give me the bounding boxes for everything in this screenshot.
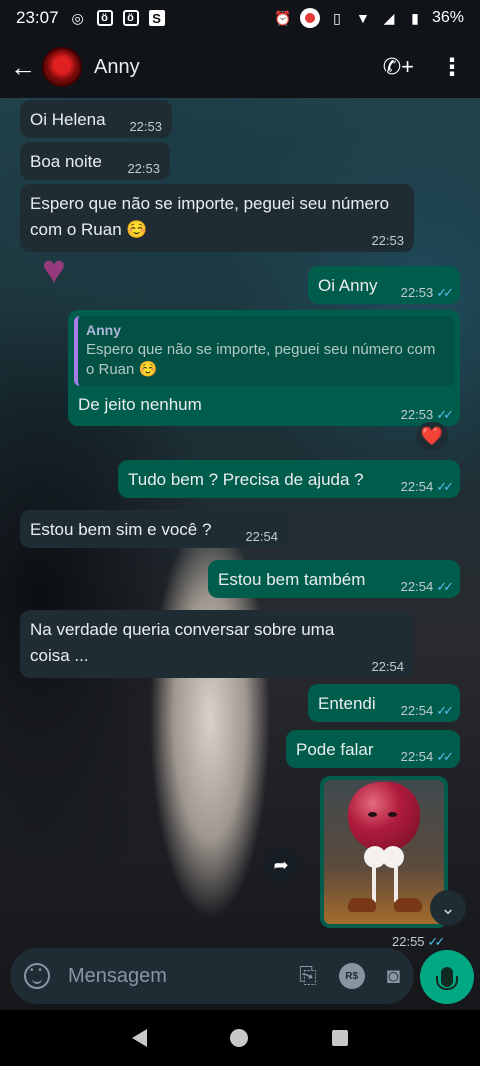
message-time: 22:54 ✓✓ xyxy=(400,579,454,594)
status-bar: 23:07 ◎ ö ö S ⏰ ▯ ▼ ◢ ▮ 36% xyxy=(0,0,480,36)
read-receipt-icon: ✓✓ xyxy=(436,703,454,718)
message-text: Oi Helena xyxy=(30,110,106,129)
s-notification-icon: S xyxy=(148,10,165,26)
wifi-icon: ▼ xyxy=(356,10,370,26)
status-time: 23:07 xyxy=(16,8,59,27)
message-text: De jeito nenhum xyxy=(78,395,202,414)
payment-icon[interactable]: R$ xyxy=(338,963,365,989)
camera-icon[interactable]: ◙ xyxy=(387,963,400,989)
message-incoming[interactable]: Oi Helena 22:53 xyxy=(20,100,172,138)
message-incoming[interactable]: Na verdade queria conversar sobre uma co… xyxy=(20,610,414,678)
message-outgoing[interactable]: Oi Anny 22:53 ✓✓ xyxy=(308,266,460,304)
signal-icon: ◢ xyxy=(383,9,395,26)
message-text: Na verdade queria conversar sobre uma co… xyxy=(30,620,335,665)
system-nav-bar xyxy=(0,1010,480,1066)
message-incoming[interactable]: Estou bem sim e você ? 22:54 xyxy=(20,510,288,548)
scroll-down-icon[interactable]: ⌄ xyxy=(430,890,466,926)
heart-reaction-icon[interactable]: ❤️ xyxy=(416,422,448,450)
message-text: Entendi xyxy=(318,694,376,713)
mic-button[interactable] xyxy=(420,950,474,1004)
message-text: Oi Anny xyxy=(318,276,378,295)
back-arrow-icon[interactable]: ← xyxy=(10,52,36,83)
apple-character xyxy=(348,782,420,852)
message-text: Estou bem sim e você ? xyxy=(30,520,212,539)
message-composer: Mensagem ⎘ R$ ◙ xyxy=(10,948,414,1004)
forward-icon[interactable]: ➦ xyxy=(264,848,298,882)
message-time: 22:53 xyxy=(371,233,404,248)
read-receipt-icon: ✓✓ xyxy=(436,579,454,594)
app-notification-icon: ö xyxy=(96,10,113,26)
message-outgoing[interactable]: Tudo bem ? Precisa de ajuda ? 22:54 ✓✓ xyxy=(118,460,460,498)
emoji-icon[interactable] xyxy=(24,963,50,989)
message-incoming[interactable]: Boa noite 22:53 xyxy=(20,142,170,180)
screen-record-icon xyxy=(299,8,320,28)
quoted-author: Anny xyxy=(86,322,121,338)
quoted-message[interactable]: Anny Espero que não se importe, peguei s… xyxy=(74,316,454,386)
read-receipt-icon: ✓✓ xyxy=(436,285,454,300)
message-time: 22:54 ✓✓ xyxy=(400,749,454,764)
message-input[interactable]: Mensagem xyxy=(68,965,277,988)
contact-avatar[interactable] xyxy=(42,47,82,87)
sticker-message[interactable] xyxy=(320,776,448,928)
target-icon: ◎ xyxy=(71,9,84,26)
battery-percent: 36% xyxy=(431,9,464,26)
read-receipt-icon: ✓✓ xyxy=(427,934,446,949)
nav-recents-icon[interactable] xyxy=(332,1030,349,1046)
message-time: 22:53 xyxy=(127,161,160,176)
message-time: 22:55 ✓✓ xyxy=(392,934,446,949)
more-options-icon[interactable]: ⋮ xyxy=(440,53,464,82)
nav-home-icon[interactable] xyxy=(230,1029,249,1047)
mic-icon xyxy=(436,967,458,990)
message-text: Estou bem também xyxy=(218,570,366,589)
app-notification-icon-2: ö xyxy=(122,10,139,26)
apple-sticker-image[interactable] xyxy=(324,780,444,924)
quoted-text: Espero que não se importe, peguei seu nú… xyxy=(86,341,436,378)
message-time: 22:53 ✓✓ xyxy=(400,285,454,300)
message-outgoing-reply[interactable]: Anny Espero que não se importe, peguei s… xyxy=(68,310,460,426)
message-text: Boa noite xyxy=(30,152,102,171)
add-call-icon[interactable]: ✆+ xyxy=(383,54,414,80)
message-outgoing[interactable]: Entendi 22:54 ✓✓ xyxy=(308,684,460,722)
message-time: 22:53 ✓✓ xyxy=(400,407,454,422)
message-time: 22:54 xyxy=(245,529,278,544)
message-text: Tudo bem ? Precisa de ajuda ? xyxy=(128,470,364,489)
message-time: 22:53 xyxy=(129,119,162,134)
message-outgoing[interactable]: Estou bem também 22:54 ✓✓ xyxy=(208,560,460,598)
read-receipt-icon: ✓✓ xyxy=(436,749,454,764)
nav-back-icon[interactable] xyxy=(131,1029,147,1047)
message-text: Espero que não se importe, peguei seu nú… xyxy=(30,194,390,239)
chat-background: ♥ Oi Helena 22:53 Boa noite 22:53 Espero… xyxy=(0,98,480,1010)
message-time: 22:54 ✓✓ xyxy=(400,703,454,718)
vibrate-icon: ▯ xyxy=(333,9,341,26)
message-time: 22:54 xyxy=(371,659,404,674)
read-receipt-icon: ✓✓ xyxy=(436,479,454,494)
chat-header: ← Anny ✆+ ⋮ xyxy=(0,36,480,98)
read-receipt-icon: ✓✓ xyxy=(436,407,454,422)
alarm-icon: ⏰ xyxy=(274,9,292,26)
message-time: 22:54 ✓✓ xyxy=(400,479,454,494)
message-text: Pode falar xyxy=(296,740,374,759)
battery-icon: ▮ xyxy=(411,9,419,26)
message-incoming[interactable]: Espero que não se importe, peguei seu nú… xyxy=(20,184,414,252)
contact-name[interactable]: Anny xyxy=(94,56,140,79)
message-outgoing[interactable]: Pode falar 22:54 ✓✓ xyxy=(286,730,460,768)
background-heart-icon: ♥ xyxy=(42,248,66,292)
attach-icon[interactable]: ⎘ xyxy=(299,963,317,989)
